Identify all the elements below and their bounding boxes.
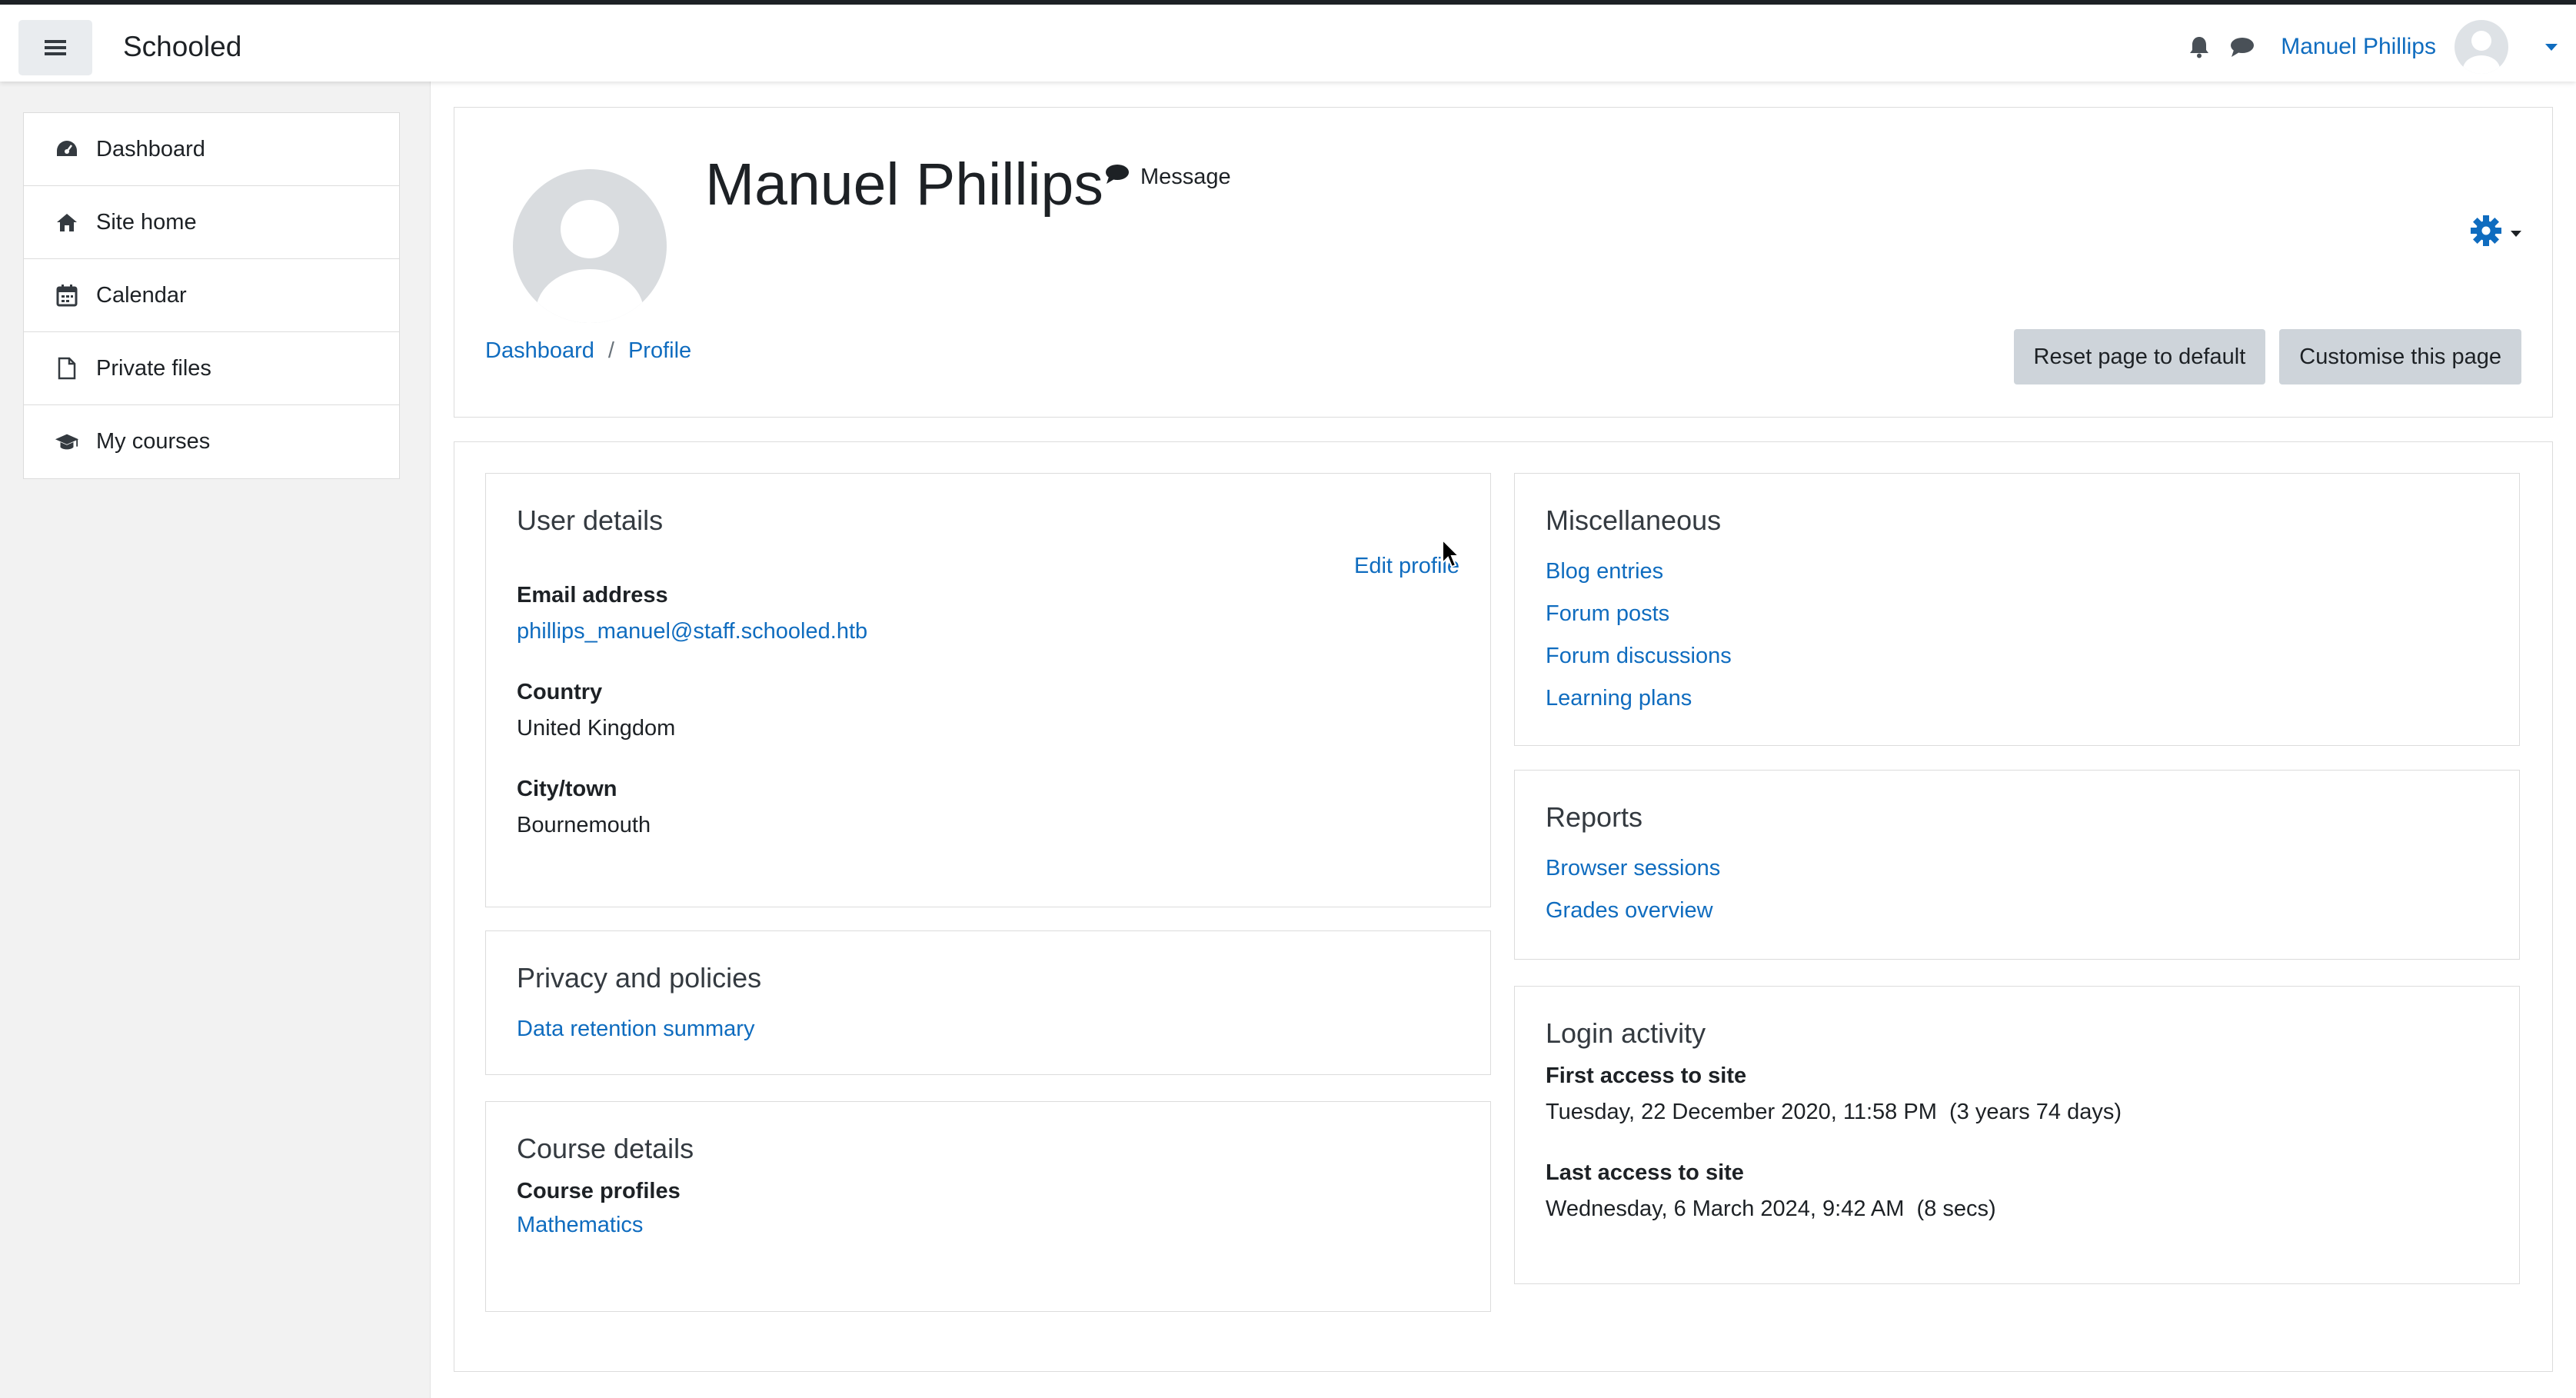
forum-discussions-link[interactable]: Forum discussions (1546, 635, 2488, 677)
file-icon (55, 356, 79, 381)
avatar[interactable] (2455, 20, 2508, 74)
main-region: Manuel Phillips Message Dashboard / Prof… (431, 82, 2576, 1398)
drawer-item-label: Site home (96, 209, 197, 235)
drawer-item-my-courses[interactable]: My courses (24, 405, 399, 478)
profile-picture (513, 169, 667, 323)
page-actions-menu[interactable] (2469, 214, 2521, 254)
course-link-mathematics[interactable]: Mathematics (517, 1204, 1459, 1247)
breadcrumb: Dashboard / Profile (485, 338, 691, 364)
reset-page-button[interactable]: Reset page to default (2013, 329, 2266, 384)
last-access-value: Wednesday, 6 March 2024, 9:42 AM (8 secs… (1546, 1197, 1996, 1221)
message-button[interactable]: Message (1105, 163, 1231, 191)
chat-icon (1105, 163, 1130, 191)
caret-down-icon (2511, 231, 2521, 237)
course-details-section: Course details Course profiles Mathemati… (485, 1101, 1491, 1312)
email-link[interactable]: phillips_manuel@staff.schooled.htb (517, 619, 867, 644)
blog-entries-link[interactable]: Blog entries (1546, 551, 2488, 593)
nav-drawer: Dashboard Site home Calendar Private fil… (0, 82, 431, 1398)
drawer-item-private-files[interactable]: Private files (24, 332, 399, 405)
gear-icon (2469, 214, 2503, 254)
dashboard-icon (55, 137, 79, 161)
section-title: Course details (517, 1133, 694, 1164)
top-navbar: Schooled Manuel Phillips (0, 0, 2576, 82)
user-menu-name[interactable]: Manuel Phillips (2281, 34, 2436, 60)
drawer-item-label: Calendar (96, 282, 187, 308)
page-header: Manuel Phillips Message Dashboard / Prof… (454, 107, 2553, 418)
site-brand[interactable]: Schooled (123, 31, 241, 63)
chat-icon[interactable] (2230, 35, 2255, 59)
last-access-label: Last access to site (1546, 1160, 1744, 1185)
message-label: Message (1140, 164, 1231, 189)
email-label: Email address (517, 583, 668, 607)
drawer-toggle-button[interactable] (18, 20, 92, 75)
first-access-label: First access to site (1546, 1063, 1747, 1088)
city-value: Bournemouth (517, 813, 651, 837)
learning-plans-link[interactable]: Learning plans (1546, 677, 2488, 720)
bell-icon[interactable] (2187, 35, 2212, 59)
drawer-item-label: Private files (96, 355, 211, 381)
header-buttons: Reset page to default Customise this pag… (2013, 329, 2521, 384)
login-activity-section: Login activity First access to site Tues… (1514, 986, 2520, 1284)
drawer-item-label: My courses (96, 429, 211, 454)
section-title: User details (517, 504, 664, 536)
breadcrumb-dashboard[interactable]: Dashboard (485, 338, 594, 364)
section-title: Login activity (1546, 1017, 1706, 1049)
home-icon (55, 210, 79, 235)
browser-sessions-link[interactable]: Browser sessions (1546, 847, 2488, 890)
miscellaneous-section: Miscellaneous Blog entries Forum posts F… (1514, 473, 2520, 746)
breadcrumb-separator: / (607, 338, 614, 363)
customise-page-button[interactable]: Customise this page (2279, 329, 2521, 384)
drawer-item-calendar[interactable]: Calendar (24, 259, 399, 332)
hamburger-icon (45, 40, 66, 55)
reports-section: Reports Browser sessions Grades overview (1514, 770, 2520, 960)
user-nav: Manuel Phillips (2187, 20, 2558, 74)
drawer-item-dashboard[interactable]: Dashboard (24, 113, 399, 186)
mouse-cursor-icon (1441, 538, 1461, 569)
section-title: Miscellaneous (1546, 504, 1722, 536)
first-access-value: Tuesday, 22 December 2020, 11:58 PM (3 y… (1546, 1100, 2122, 1124)
course-profiles-label: Course profiles (517, 1179, 681, 1203)
page-title: Manuel Phillips (705, 151, 1103, 218)
privacy-section: Privacy and policies Data retention summ… (485, 930, 1491, 1075)
user-details-section: User details Edit profile Email address … (485, 473, 1491, 907)
section-title: Reports (1546, 801, 1643, 833)
country-value: United Kingdom (517, 716, 676, 741)
data-retention-link[interactable]: Data retention summary (517, 1008, 1459, 1050)
graduation-cap-icon (55, 430, 79, 454)
profile-content: User details Edit profile Email address … (454, 441, 2553, 1372)
drawer-list: Dashboard Site home Calendar Private fil… (23, 112, 400, 479)
caret-down-icon[interactable] (2545, 43, 2558, 51)
section-title: Privacy and policies (517, 962, 762, 994)
country-label: Country (517, 680, 603, 704)
calendar-icon (55, 283, 79, 308)
forum-posts-link[interactable]: Forum posts (1546, 593, 2488, 635)
breadcrumb-profile[interactable]: Profile (628, 338, 691, 364)
drawer-item-label: Dashboard (96, 136, 205, 161)
city-label: City/town (517, 777, 617, 801)
grades-overview-link[interactable]: Grades overview (1546, 890, 2488, 932)
drawer-item-site-home[interactable]: Site home (24, 186, 399, 259)
